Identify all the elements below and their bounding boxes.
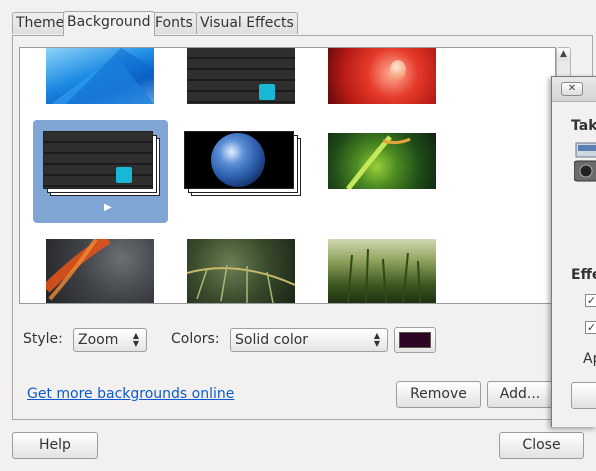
colors-value: Solid color [235,332,309,348]
more-backgrounds-link[interactable]: Get more backgrounds online [27,386,234,402]
style-label: Style: [23,331,63,347]
tab-theme[interactable]: Theme [12,12,69,34]
wallpaper-dark-wood-selected [43,131,153,189]
wallpaper-gallery[interactable]: ▶ [19,47,556,304]
wallpaper-orange-feather[interactable] [46,239,154,303]
remove-button[interactable]: Remove [396,381,481,408]
cyan-block [259,84,275,100]
wallpaper-blue-abstract[interactable] [46,48,154,104]
tab-visual-effects[interactable]: Visual Effects [196,12,298,34]
close-icon[interactable]: ✕ [561,82,583,96]
tab-background[interactable]: Background [63,11,155,36]
wallpaper-green-plant[interactable] [328,133,436,189]
close-button[interactable]: Close [499,432,584,459]
colors-select[interactable]: Solid color ▲ ▼ [230,328,388,352]
wallpaper-wheat-field[interactable] [328,239,436,303]
wallpaper-dark-wood[interactable] [187,48,295,104]
wallpaper-earth [184,131,294,189]
wheat-field-art [347,248,421,303]
slideshow-play-icon: ▶ [104,202,112,213]
chevron-updown-icon: ▲ ▼ [132,331,140,348]
take-screenshot-window[interactable]: ✕ Take Effe ✓ ✓ Ap [551,76,596,427]
tab-fonts-label: Fonts [155,15,193,31]
tab-fonts[interactable]: Fonts [151,12,197,34]
blue-abstract-art [51,48,154,104]
effect-checkbox-1[interactable]: ✓ [585,294,596,307]
overlay-button[interactable] [571,382,596,409]
tab-background-label: Background [67,14,151,30]
color-swatch [399,332,431,348]
scroll-up-arrow[interactable]: ▲ [557,48,570,61]
effects-heading: Effe [571,267,596,283]
green-plant-art [346,135,411,189]
window-heading: Take [571,118,596,134]
wallpaper-palm-leaf[interactable] [187,239,295,303]
style-select[interactable]: Zoom ▲ ▼ [73,328,147,352]
color-picker-button[interactable] [394,327,436,353]
tab-visual-effects-label: Visual Effects [200,15,294,31]
tab-theme-label: Theme [16,15,65,31]
camera-icon [573,141,596,183]
palm-leaf-art [187,264,295,303]
window-titlebar: ✕ [552,77,596,102]
style-value: Zoom [78,332,119,348]
help-button[interactable]: Help [12,432,98,459]
effect-checkbox-2[interactable]: ✓ [585,321,596,334]
orange-feather-art [46,239,111,301]
earth-globe [211,133,265,187]
water-drop [390,60,406,80]
cyan-block [116,167,132,183]
apply-label: Ap [583,351,596,367]
wallpaper-red-flower[interactable] [328,48,436,104]
colors-label: Colors: [171,331,220,347]
chevron-updown-icon: ▲ ▼ [373,331,381,348]
add-button[interactable]: Add... [487,381,553,408]
